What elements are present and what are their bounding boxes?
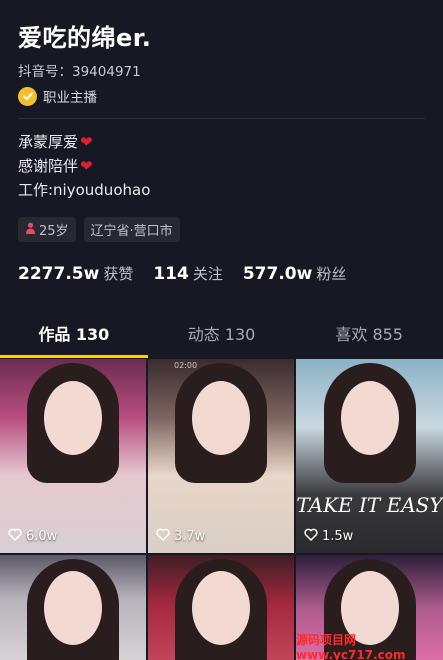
- thumbnail-image: [44, 381, 102, 455]
- thumbnail-image: [192, 571, 250, 645]
- stat-value: 577.0w: [242, 264, 313, 284]
- video-thumbnail[interactable]: 源码项目网 www.yc717.com: [296, 555, 443, 660]
- bio-text: 承蒙厚爱: [18, 133, 79, 151]
- verified-check-icon: [18, 86, 37, 106]
- verification-label: 职业主播: [43, 90, 97, 106]
- watermark: 源码项目网 www.yc717.com: [296, 633, 406, 660]
- bio-line: 承蒙厚爱 ❤: [18, 130, 150, 154]
- location-tag-label: 辽宁省·营口市: [90, 224, 173, 239]
- profile-name: 爱吃的绵er.: [18, 24, 152, 52]
- thumbnail-image: [340, 381, 399, 455]
- stat-label: 获赞: [103, 265, 134, 283]
- stat-label: 粉丝: [316, 265, 347, 283]
- bio-text: 感谢陪伴: [18, 157, 79, 175]
- thumbnail-image: [192, 381, 250, 455]
- video-thumbnail[interactable]: [0, 555, 146, 660]
- bio-line: 工作:niyouduohao: [18, 178, 150, 202]
- video-thumbnail[interactable]: [148, 555, 294, 660]
- bio-line: 感谢陪伴 ❤: [18, 154, 150, 178]
- tab-activity[interactable]: 动态 130: [148, 316, 296, 358]
- stat-label: 关注: [192, 265, 223, 283]
- video-timestamp: 02:00: [174, 361, 198, 370]
- profile-stats: 2277.5w 获赞 114 关注 577.0w 粉丝: [18, 263, 366, 284]
- heart-icon: ❤: [80, 133, 93, 151]
- video-likes-count: 3.7w: [174, 529, 206, 544]
- video-grid: 6.0w 02:00 3.7w TAKE IT EASY 1.5w 源码项目网 …: [0, 359, 443, 660]
- age-tag: 25岁: [18, 217, 76, 242]
- profile-tags: 25岁 辽宁省·营口市: [18, 217, 180, 242]
- tab-likes[interactable]: 喜欢 855: [295, 316, 443, 358]
- stat-likes[interactable]: 2277.5w 获赞: [18, 263, 133, 284]
- female-icon: [25, 222, 36, 238]
- age-tag-label: 25岁: [39, 224, 69, 239]
- stat-following[interactable]: 114 关注: [153, 263, 223, 284]
- tab-works[interactable]: 作品 130: [0, 316, 148, 358]
- video-likes: 3.7w: [156, 528, 205, 545]
- thumbnail-image: [44, 571, 102, 645]
- stat-followers[interactable]: 577.0w 粉丝: [243, 263, 347, 284]
- divider: [18, 118, 425, 119]
- heart-outline-icon: [156, 528, 170, 545]
- video-likes-count: 6.0w: [26, 529, 58, 544]
- heart-outline-icon: [304, 528, 318, 545]
- video-likes: 6.0w: [8, 528, 57, 545]
- video-overlay-text: TAKE IT EASY: [296, 493, 443, 517]
- video-likes: 1.5w: [304, 528, 353, 545]
- video-thumbnail[interactable]: 6.0w: [0, 359, 146, 553]
- location-tag: 辽宁省·营口市: [83, 217, 180, 242]
- stat-value: 2277.5w: [18, 264, 100, 284]
- douyin-id: 抖音号：39404971: [18, 64, 141, 80]
- content-tabs: 作品 130 动态 130 喜欢 855: [0, 316, 443, 358]
- verification-row: 职业主播: [18, 86, 97, 106]
- heart-icon: ❤: [80, 157, 93, 175]
- video-thumbnail[interactable]: TAKE IT EASY 1.5w: [296, 359, 443, 553]
- video-thumbnail[interactable]: 02:00 3.7w: [148, 359, 294, 553]
- video-likes-count: 1.5w: [322, 529, 354, 544]
- heart-outline-icon: [8, 528, 22, 545]
- bio: 承蒙厚爱 ❤ 感谢陪伴 ❤ 工作:niyouduohao: [18, 130, 150, 202]
- stat-value: 114: [153, 264, 189, 284]
- bio-text: 工作:niyouduohao: [18, 181, 151, 199]
